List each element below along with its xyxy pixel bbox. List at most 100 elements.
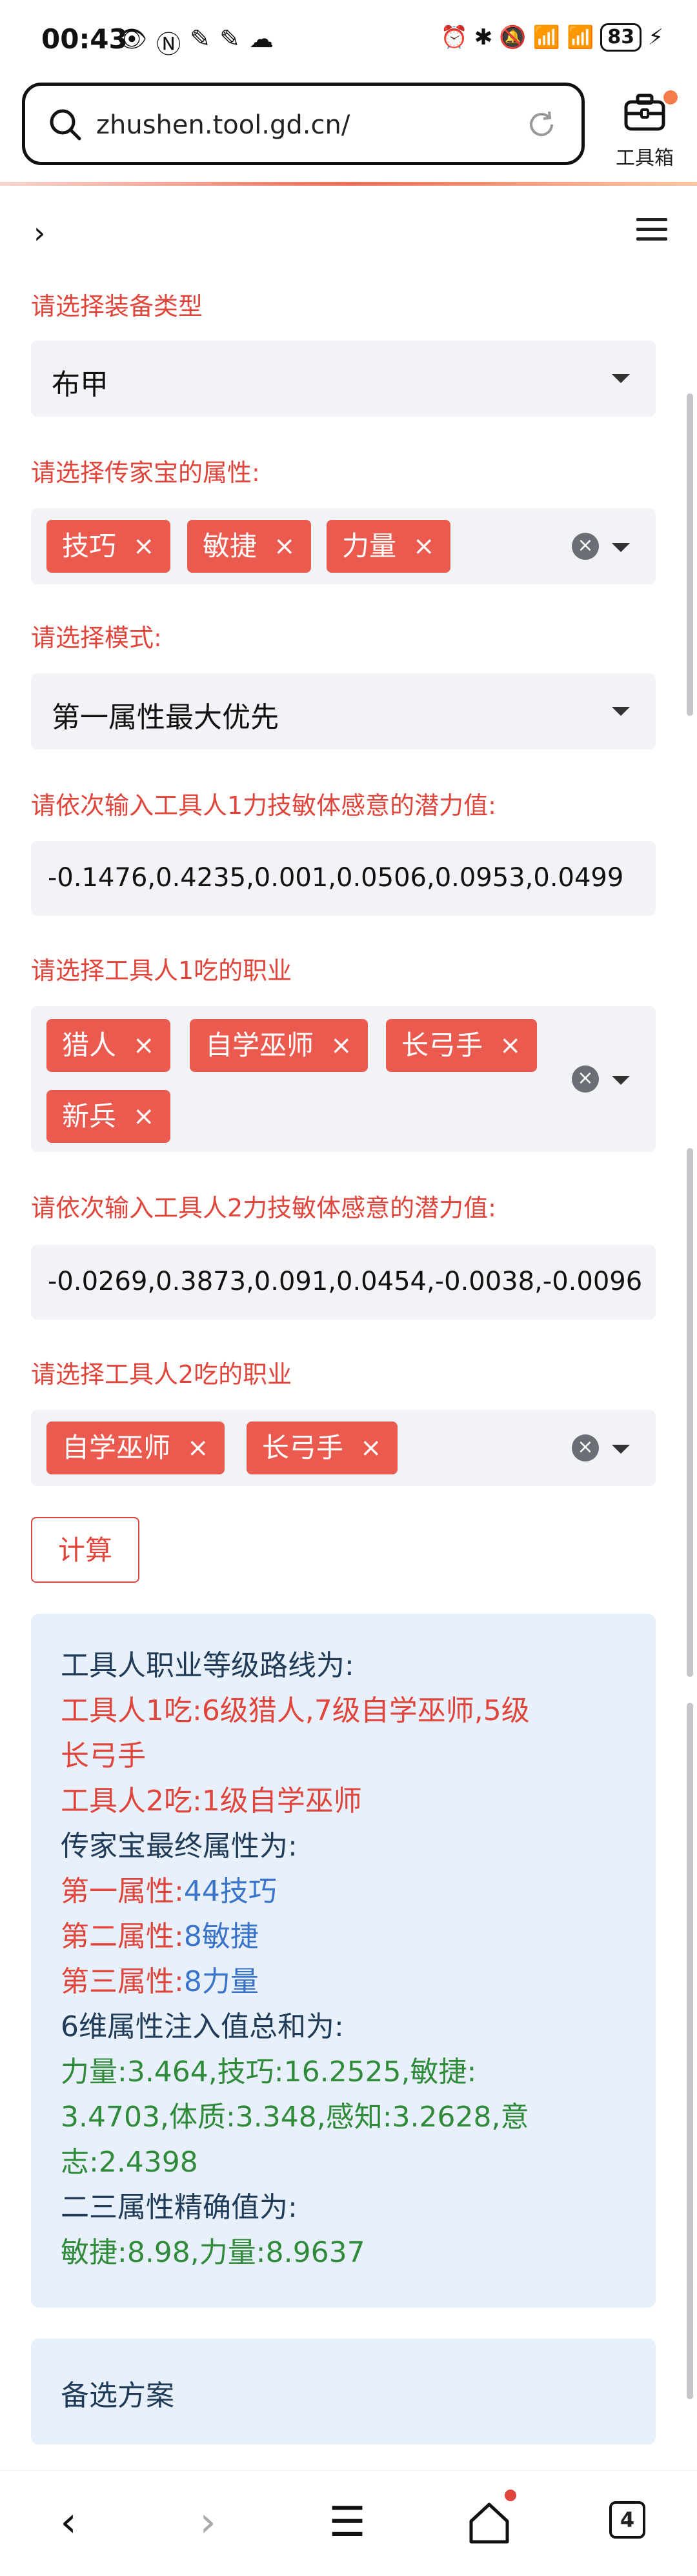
tag-attr[interactable]: 敏捷 ×	[187, 520, 311, 573]
precise-values: 敏捷:8.98,力量:8.9637	[61, 2236, 365, 2269]
attr1-label: 第一属性:	[61, 1875, 184, 1908]
worker1-potential-label: 请依次输入工具人1力技敏体感意的潜力值:	[31, 791, 496, 820]
worker1-potential-value[interactable]: -0.1476,0.4235,0.001,0.0506,0.0953,0.049…	[48, 863, 623, 893]
tag-job[interactable]: 长弓手 ×	[386, 1019, 537, 1072]
url-text[interactable]: zhushen.tool.gd.cn/	[96, 110, 350, 140]
menu-icon[interactable]	[636, 218, 667, 244]
worker2-potential-value[interactable]: -0.0269,0.3873,0.091,0.0454,-0.0038,-0.0…	[48, 1267, 642, 1296]
attr1-line: 第一属性:44技巧	[61, 1869, 277, 1914]
tag-label: 长弓手	[262, 1432, 344, 1463]
attr2-label: 第二属性:	[61, 1920, 184, 1953]
toolbox-label: 工具箱	[616, 147, 674, 170]
remove-tag-icon[interactable]: ×	[274, 520, 296, 573]
attr2-value: 8敏捷	[183, 1920, 259, 1953]
remove-tag-icon[interactable]: ×	[500, 1019, 521, 1072]
app-notify-icon-2: ✎	[219, 25, 240, 53]
alternatives-panel[interactable]: 备选方案	[31, 2339, 656, 2444]
address-bar[interactable]: zhushen.tool.gd.cn/	[22, 83, 585, 165]
mute-icon: 🔕	[499, 25, 527, 50]
nfc-icon: Ⓝ	[156, 30, 181, 59]
bluetooth-icon: ✱	[474, 25, 493, 50]
reload-icon[interactable]	[523, 106, 560, 143]
search-icon	[50, 109, 81, 141]
remove-tag-icon[interactable]: ×	[187, 1422, 209, 1474]
tag-job[interactable]: 自学巫师 ×	[190, 1019, 368, 1072]
chevron-right-icon[interactable]: ›	[34, 215, 45, 250]
signal-icon-2: 📶	[567, 25, 594, 50]
scrollbar-thumb[interactable]	[687, 1148, 693, 1677]
tag-attr[interactable]: 力量 ×	[327, 520, 450, 573]
clear-icon[interactable]: ×	[572, 533, 599, 560]
worker1-jobs-select[interactable]: 猎人 × 自学巫师 × 长弓手 × 新兵 × ×	[31, 1006, 656, 1152]
scrollbar-thumb[interactable]	[687, 393, 693, 716]
mode-select[interactable]: 第一属性最大优先	[31, 673, 656, 749]
scrollbar-thumb[interactable]	[687, 1703, 693, 2399]
remove-tag-icon[interactable]: ×	[133, 1019, 155, 1072]
system-icons: ⏰ ✱ 🔕 📶 📶 83 ⚡	[441, 23, 663, 52]
attr3-line: 第三属性:8力量	[61, 1959, 259, 2005]
equip-type-select[interactable]: 布甲	[31, 341, 656, 417]
forward-icon[interactable]: ›	[182, 2497, 234, 2548]
equip-type-label: 请选择装备类型	[31, 292, 203, 321]
remove-tag-icon[interactable]: ×	[360, 1422, 382, 1474]
mode-label: 请选择模式:	[31, 624, 162, 652]
final-title: 传家宝最终属性为:	[61, 1830, 298, 1863]
back-icon[interactable]: ‹	[43, 2497, 94, 2548]
result-panel: 工具人职业等级路线为: 工具人1吃:6级猎人,7级自学巫师,5级 长弓手 工具人…	[31, 1614, 656, 2308]
clear-icon[interactable]: ×	[572, 1434, 599, 1461]
bottom-navigation: ‹ › ☰	[0, 2470, 697, 2576]
notification-icons: 👁 Ⓝ ✎ ✎ ☁	[116, 25, 274, 60]
equip-type-value: 布甲	[52, 368, 108, 401]
attr-label: 请选择传家宝的属性:	[31, 459, 260, 487]
tag-job[interactable]: 自学巫师 ×	[46, 1422, 225, 1474]
alternatives-title: 备选方案	[61, 2379, 174, 2412]
worker1-potential-input[interactable]: -0.1476,0.4235,0.001,0.0506,0.0953,0.049…	[31, 841, 656, 916]
accent-divider	[0, 182, 697, 186]
battery-indicator: 83	[600, 23, 642, 52]
tag-label: 敏捷	[203, 530, 258, 562]
remove-tag-icon[interactable]: ×	[133, 520, 155, 573]
tag-job[interactable]: 长弓手 ×	[247, 1422, 398, 1474]
worker1-jobs-label: 请选择工具人1吃的职业	[31, 956, 292, 985]
chevron-down-icon	[612, 374, 630, 383]
attr3-label: 第三属性:	[61, 1965, 184, 1998]
clear-icon[interactable]: ×	[572, 1065, 599, 1093]
attr1-value: 44技巧	[183, 1875, 277, 1908]
attr2-line: 第二属性:8敏捷	[61, 1914, 259, 1959]
tag-label: 自学巫师	[62, 1432, 171, 1463]
home-notification-dot	[505, 2490, 516, 2501]
tag-label: 自学巫师	[205, 1029, 314, 1061]
tag-job[interactable]: 新兵 ×	[46, 1090, 170, 1143]
chevron-down-icon	[612, 543, 630, 552]
route-title: 工具人职业等级路线为:	[61, 1649, 354, 1682]
toolbox-button[interactable]: 工具箱	[609, 90, 680, 170]
remove-tag-icon[interactable]: ×	[330, 1019, 352, 1072]
signal-icon: 📶	[532, 25, 561, 50]
worker2-jobs-select[interactable]: 自学巫师 × 长弓手 × ×	[31, 1410, 656, 1486]
tag-job[interactable]: 猎人 ×	[46, 1019, 170, 1072]
chevron-down-icon	[612, 707, 630, 716]
remove-tag-icon[interactable]: ×	[133, 1090, 155, 1143]
remove-tag-icon[interactable]: ×	[413, 520, 435, 573]
sum-line-2: 3.4703,体质:3.348,感知:3.2628,意	[61, 2101, 529, 2134]
status-bar: 00:43 👁 Ⓝ ✎ ✎ ☁ ⏰ ✱ 🔕 📶 📶 83 ⚡	[0, 0, 697, 77]
notification-dot	[663, 90, 678, 104]
attr3-value: 8力量	[183, 1965, 259, 1998]
worker1-route-cont: 长弓手	[61, 1739, 146, 1772]
app-notify-icon: ✎	[190, 25, 211, 53]
tag-attr[interactable]: 技巧 ×	[46, 520, 170, 573]
tabs-count-button[interactable]: 4	[609, 2501, 645, 2539]
wechat-icon: ☁	[248, 25, 274, 53]
home-icon[interactable]	[463, 2497, 515, 2548]
attr-select[interactable]: 技巧 × 敏捷 × 力量 × ×	[31, 508, 656, 584]
menu-lines-icon[interactable]: ☰	[321, 2497, 373, 2548]
charging-icon: ⚡	[648, 25, 663, 50]
calculate-button[interactable]: 计算	[31, 1517, 139, 1583]
eye-icon: 👁	[116, 25, 148, 53]
sum-title: 6维属性注入值总和为:	[61, 2010, 344, 2043]
tag-label: 新兵	[62, 1100, 117, 1132]
worker2-jobs-label: 请选择工具人2吃的职业	[31, 1360, 292, 1389]
worker2-potential-input[interactable]: -0.0269,0.3873,0.091,0.0454,-0.0038,-0.0…	[31, 1245, 656, 1320]
tag-label: 技巧	[62, 530, 117, 562]
sum-line-3: 志:2.4398	[61, 2146, 198, 2179]
